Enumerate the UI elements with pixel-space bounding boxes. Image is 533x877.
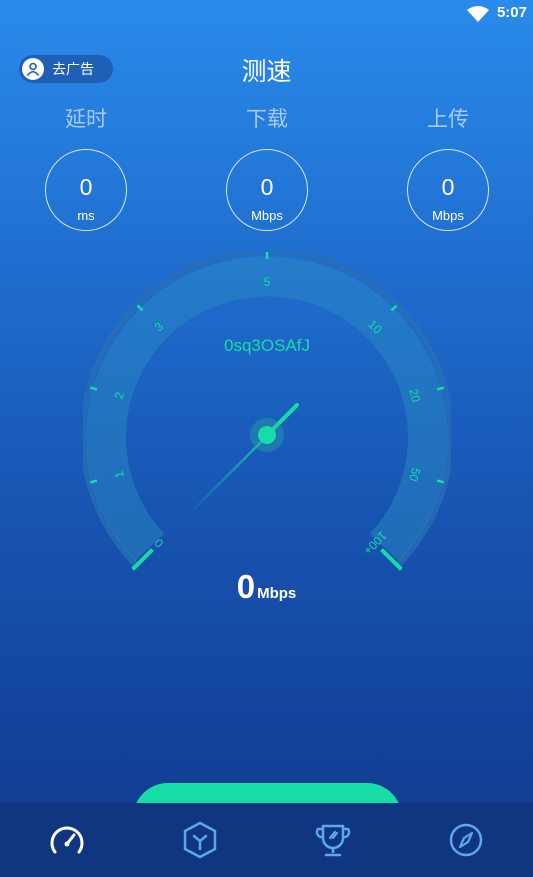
wifi-icon [467,6,489,22]
upload-label: 上传 [427,108,469,131]
download-dial: 0 Mbps [226,149,308,231]
clock: 5:07 [496,4,527,21]
speedometer-icon [50,826,84,854]
server-id: 0sq3OSAfJ [224,336,310,355]
gauge-tick [436,386,445,391]
nav-ranking[interactable] [298,810,368,870]
upload-value: 0 [441,174,455,200]
speed-value: 0 [236,568,256,605]
upload-unit: Mbps [432,208,464,223]
latency-label: 延时 [65,108,107,131]
download-value: 0 [260,174,274,200]
cube-icon [183,821,217,859]
upload-dial: 0 Mbps [407,149,489,231]
compass-icon [450,823,483,857]
gauge-tick [89,479,98,484]
gauge-tick [136,304,144,312]
page-title: 测速 [241,58,292,86]
gauge-needle [186,403,299,517]
latency-value: 0 [79,174,93,200]
latency-unit: ms [77,208,95,223]
gauge-tick [390,304,398,312]
speed-gauge: 01235102050100+ 0sq3OSAfJ [83,251,451,571]
gauge-track [86,256,448,562]
status-bar: 5:07 [0,0,533,26]
gauge-tick [89,386,98,391]
download-unit: Mbps [251,208,283,223]
gauge-scale-label: 5 [264,275,271,289]
gauge-tick [436,479,445,484]
speed-unit: Mbps [257,585,297,602]
latency-dial: 0 ms [45,149,127,231]
speed-readout: 0 Mbps [0,568,533,606]
bottom-nav [0,803,533,877]
nav-tools[interactable] [165,810,235,870]
nav-speed-test[interactable] [32,810,102,870]
nav-discover[interactable] [431,810,501,870]
download-label: 下载 [246,108,288,131]
trophy-icon [315,824,351,857]
